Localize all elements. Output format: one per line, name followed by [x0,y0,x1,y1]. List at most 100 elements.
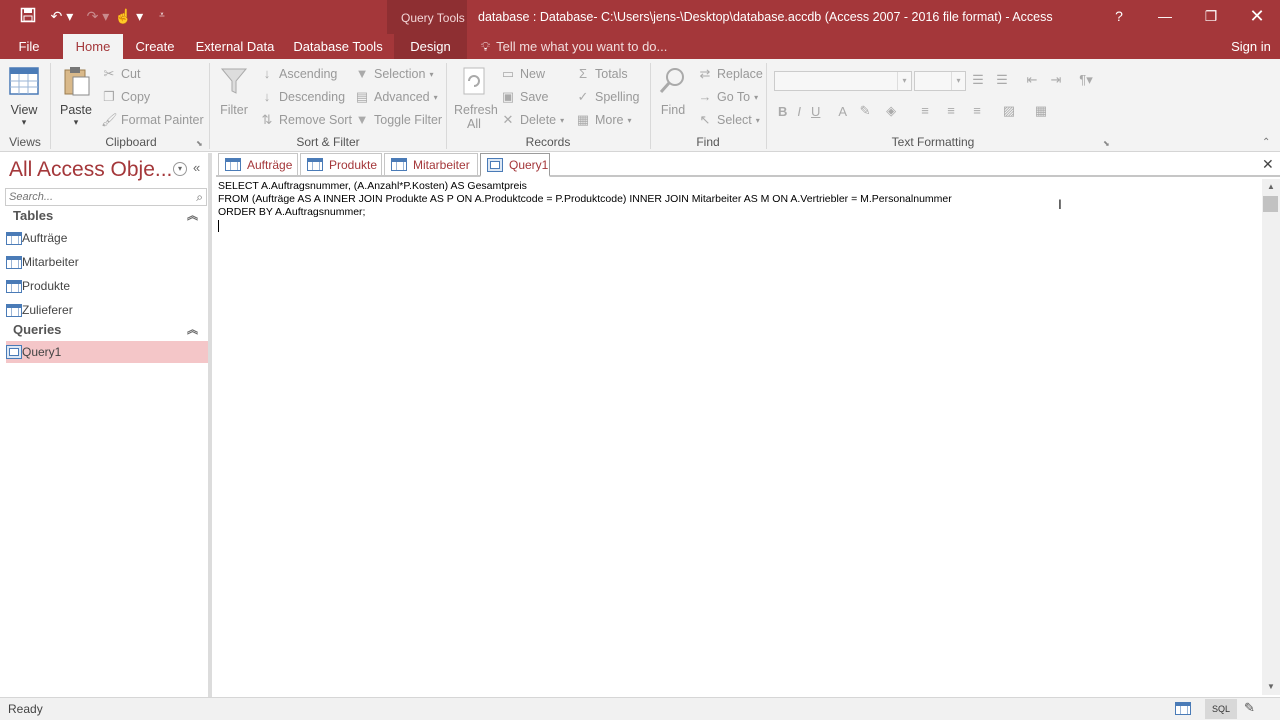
find-button[interactable]: Find [656,65,690,117]
delete-record-button[interactable]: ✕ Delete ▾ [500,112,565,128]
text-formatting-group-label: Text Formatting [891,135,975,149]
chevron-down-icon: ▾ [951,72,965,90]
align-left-icon[interactable]: ≡ [917,103,933,119]
table-icon [307,158,323,171]
advanced-filter-icon: ▤ [355,89,369,104]
close-document-icon[interactable]: ✕ [1262,156,1274,173]
font-name-select[interactable]: ▾ [774,71,912,91]
format-painter-button[interactable]: 🖌︎ Format Painter [101,112,204,128]
save-icon[interactable] [18,7,38,25]
search-icon[interactable]: ⌕ [196,190,203,205]
align-center-icon[interactable]: ≡ [943,103,959,119]
table-icon [6,231,22,245]
nav-search-box[interactable]: ⌕ [5,188,207,206]
save-record-button[interactable]: ▣ Save [500,89,549,105]
sql-view-button[interactable]: SQL [1205,699,1237,719]
underline-button[interactable]: U [811,104,820,119]
sign-in-link[interactable]: Sign in [1226,34,1276,59]
fill-color-icon[interactable]: ◈ [883,103,899,119]
cut-button[interactable]: ✂ Cut [101,66,141,82]
indent-decrease-icon[interactable]: ⇤ [1024,72,1040,88]
replace-button[interactable]: ⇄ Replace [697,66,763,82]
vertical-scrollbar[interactable]: ▲ ▼ [1262,179,1280,695]
scroll-up-icon[interactable]: ▲ [1262,179,1280,195]
design-view-icon[interactable]: ✎ [1244,700,1255,716]
numbering-icon[interactable]: ☰ [994,72,1010,88]
scroll-down-icon[interactable]: ▼ [1262,679,1280,695]
font-size-select[interactable]: ▾ [914,71,966,91]
nav-item-query1[interactable]: Query1 [6,341,208,363]
dialog-launcher-icon[interactable]: ⬊ [1103,139,1110,148]
select-button[interactable]: ↖ Select ▾ [697,112,760,128]
nav-menu-chevron-icon[interactable]: ▾ [173,162,187,176]
title-bar: ↶ ▾ ↷ ▾ ☝ ▾ ⩡ Query Tools database : Dat… [0,0,1280,34]
collapse-section-icon[interactable]: ︽ [187,320,198,340]
redo-icon[interactable]: ↷ ▾ [84,7,112,25]
tab-file[interactable]: File [8,34,50,59]
tab-design[interactable]: Design [394,34,467,59]
close-button[interactable]: ✕ [1234,0,1280,32]
doc-tab-auftraege[interactable]: Aufträge [218,153,298,175]
goto-button[interactable]: → Go To ▾ [697,89,759,105]
italic-button[interactable]: I [797,104,801,119]
paragraph-direction-icon[interactable]: ¶▾ [1078,72,1094,88]
copy-icon: ❐ [103,89,115,104]
copy-button[interactable]: ❐ Copy [101,89,150,105]
nav-item-zulieferer[interactable]: Zulieferer [6,299,208,321]
dialog-launcher-icon[interactable]: ⬊ [196,139,203,148]
indent-increase-icon[interactable]: ⇥ [1048,72,1064,88]
new-record-button[interactable]: ▭ New [500,66,545,82]
paste-button[interactable]: Paste ▾ [58,65,94,128]
align-right-icon[interactable]: ≡ [969,103,985,119]
help-button[interactable]: ? [1096,0,1142,32]
nav-item-auftraege[interactable]: Aufträge [6,227,208,249]
font-color-button[interactable]: A [838,104,847,119]
query-icon [487,157,503,172]
table-icon [6,303,22,317]
background-color-icon[interactable]: ▨ [1001,103,1017,119]
refresh-all-button[interactable]: Refresh All [454,65,498,131]
nav-section-tables[interactable]: Tables ︽ [6,206,208,226]
ascending-button[interactable]: ↓ Ascending [259,66,338,82]
view-button[interactable]: View ▾ [6,65,42,128]
doc-tab-mitarbeiter[interactable]: Mitarbeiter [384,153,478,175]
collapse-ribbon-icon[interactable]: ⌃ [1262,137,1270,148]
gridlines-icon[interactable]: ▦ [1033,103,1049,119]
selection-button[interactable]: ▼ Selection ▾ [354,66,434,82]
customize-qat-icon[interactable]: ⩡ [152,7,172,25]
highlight-icon[interactable]: ✎ [857,103,873,119]
more-button[interactable]: ▦ More ▾ [575,112,632,128]
shutter-bar-icon[interactable]: « [193,160,200,175]
collapse-section-icon[interactable]: ︽ [187,206,198,226]
tab-external-data[interactable]: External Data [190,34,280,59]
ibeam-cursor-icon: I [1058,196,1062,212]
bullets-icon[interactable]: ☰ [970,72,986,88]
descending-button[interactable]: ↓ Descending [259,89,345,105]
tab-database-tools[interactable]: Database Tools [290,34,386,59]
sort-filter-group-label: Sort & Filter [296,135,360,149]
advanced-button[interactable]: ▤ Advanced ▾ [354,89,438,105]
filter-button[interactable]: Filter [216,65,252,117]
undo-icon[interactable]: ↶ ▾ [48,7,76,25]
remove-sort-button[interactable]: ⇅ Remove Sort [259,112,352,128]
tab-create[interactable]: Create [128,34,182,59]
spelling-button[interactable]: ✓ Spelling [575,89,640,105]
bold-button[interactable]: B [778,104,787,119]
sql-editor[interactable]: SELECT A.Auftragsnummer, (A.Anzahl*P.Kos… [216,179,1262,695]
scrollbar-thumb[interactable] [1263,196,1278,212]
touch-mode-icon[interactable]: ☝ ▾ [114,7,144,25]
nav-item-mitarbeiter[interactable]: Mitarbeiter [6,251,208,273]
nav-pane-title[interactable]: All Access Obje... [9,158,172,182]
tab-home[interactable]: Home [63,34,123,59]
nav-section-queries[interactable]: Queries ︽ [6,320,208,340]
datasheet-view-icon[interactable] [1175,700,1195,718]
doc-tab-produkte[interactable]: Produkte [300,153,382,175]
tell-me-box[interactable]: 💡︎ Tell me what you want to do... [481,39,667,55]
toggle-filter-button[interactable]: ▼ Toggle Filter [354,112,443,128]
minimize-button[interactable]: — [1142,0,1188,32]
restore-button[interactable]: ❐ [1188,0,1234,32]
nav-item-produkte[interactable]: Produkte [6,275,208,297]
totals-button[interactable]: Σ Totals [575,66,628,82]
nav-search-input[interactable] [6,189,186,205]
doc-tab-query1[interactable]: Query1 [480,153,550,177]
